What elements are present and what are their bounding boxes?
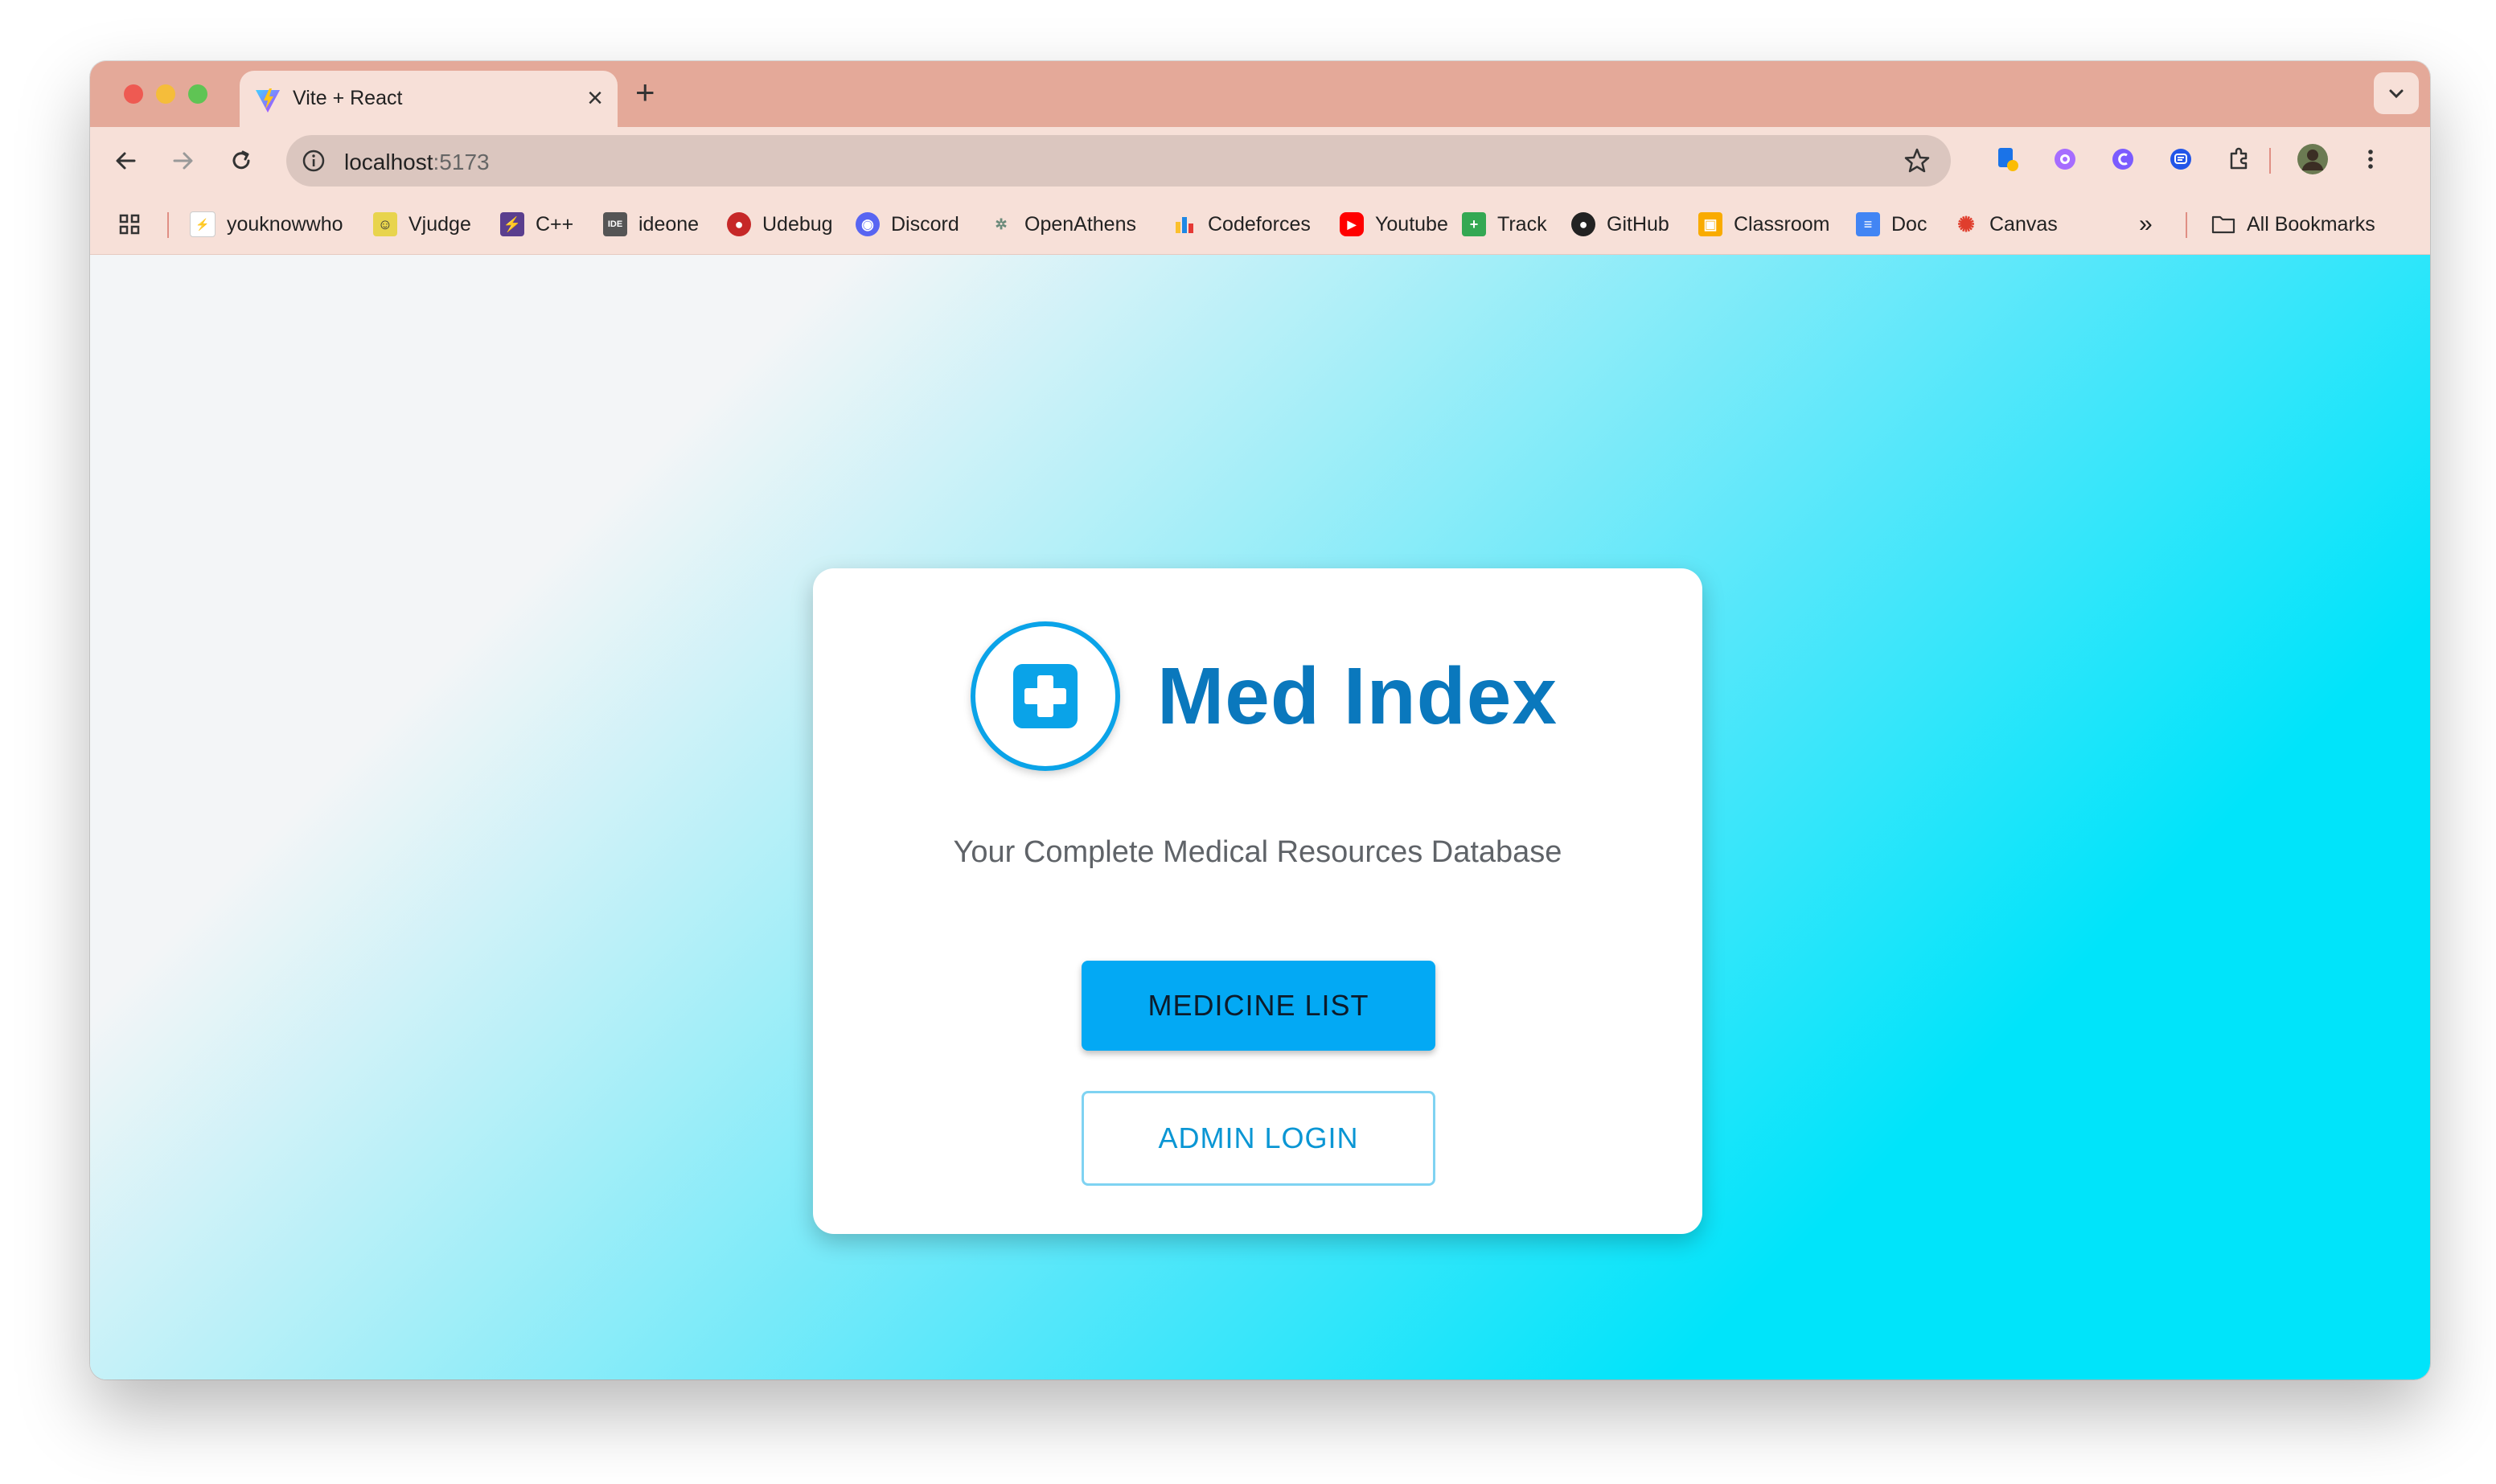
- bookmark-label: C++: [536, 212, 574, 236]
- bookmark-cpp[interactable]: ⚡ C++: [500, 211, 573, 238]
- bookmark-label: Discord: [891, 212, 959, 236]
- bookmark-label: Classroom: [1734, 212, 1830, 236]
- discord-icon: ◉: [856, 212, 880, 236]
- bookmark-classroom[interactable]: ▣ Classroom: [1698, 211, 1829, 238]
- bookmark-label: Codeforces: [1208, 212, 1311, 236]
- bookmark-label: OpenAthens: [1024, 212, 1136, 236]
- openathens-icon: ✲: [995, 215, 1008, 232]
- youtube-icon: ▶: [1340, 212, 1364, 236]
- bookmarks-separator: [2186, 212, 2187, 238]
- bookmark-label: Canvas: [1989, 212, 2058, 236]
- close-tab-icon[interactable]: ×: [587, 82, 603, 114]
- tab-search-button[interactable]: [2374, 72, 2419, 114]
- bookmarks-bar: ⚡ youknowwho ☺ Vjudge ⚡ C++ IDE ideone ●…: [90, 195, 2430, 255]
- bookmark-label: Track: [1497, 212, 1547, 236]
- site-info-icon[interactable]: [299, 146, 328, 175]
- doc-icon: ≡: [1856, 212, 1880, 236]
- overflow-chevron-icon: »: [2139, 211, 2153, 237]
- address-bar[interactable]: localhost:5173: [286, 135, 1951, 187]
- bookmark-discord[interactable]: ◉ Discord: [856, 211, 959, 238]
- app-title: Med Index: [1157, 651, 1558, 741]
- bookmark-star-icon[interactable]: [1903, 146, 1932, 175]
- canvas-icon: ✺: [1957, 211, 1975, 236]
- github-icon: ●: [1571, 212, 1595, 236]
- track-icon: +: [1462, 212, 1486, 236]
- new-tab-icon[interactable]: +: [635, 72, 655, 113]
- bookmark-github[interactable]: ● GitHub: [1571, 211, 1669, 238]
- bookmark-label: Vjudge: [408, 212, 471, 236]
- browser-menu-icon[interactable]: [2354, 143, 2387, 175]
- bookmark-label: ideone: [638, 212, 700, 236]
- chevron-down-icon: [2389, 89, 2404, 99]
- extensions-puzzle-icon[interactable]: [2223, 143, 2255, 175]
- bookmark-openathens[interactable]: ✲ OpenAthens: [989, 211, 1136, 238]
- admin-login-button[interactable]: ADMIN LOGIN: [1082, 1091, 1435, 1186]
- cpp-icon: ⚡: [500, 212, 524, 236]
- profile-avatar[interactable]: [2297, 143, 2329, 175]
- extension-3-icon[interactable]: [2107, 143, 2139, 175]
- ideone-icon: IDE: [603, 212, 627, 236]
- reload-icon: [232, 150, 250, 170]
- browser-toolbar: localhost:5173: [90, 127, 2430, 195]
- tab-title: Vite + React: [293, 87, 403, 109]
- bookmark-label: Udebug: [762, 212, 833, 236]
- bookmark-vjudge[interactable]: ☺ Vjudge: [373, 211, 471, 238]
- vite-icon: [256, 88, 280, 113]
- app-logo: [971, 621, 1120, 771]
- bookmark-label: GitHub: [1607, 212, 1669, 236]
- landing-card: Med Index Your Complete Medical Resource…: [813, 568, 1702, 1234]
- bookmarks-separator: [167, 212, 169, 238]
- bookmark-doc[interactable]: ≡ Doc: [1856, 211, 1927, 238]
- browser-window: Vite + React × + localhost:5173 ⚡ youkno…: [90, 61, 2430, 1379]
- extension-4-icon[interactable]: [2165, 143, 2197, 175]
- bookmark-ideone[interactable]: IDE ideone: [603, 211, 699, 238]
- bookmark-codeforces[interactable]: Codeforces: [1172, 211, 1311, 238]
- medical-cross-icon: [1013, 664, 1078, 728]
- bookmark-track[interactable]: + Track: [1462, 211, 1547, 238]
- bookmark-youtube[interactable]: ▶ Youtube: [1340, 211, 1448, 238]
- extension-2-icon[interactable]: [2049, 143, 2081, 175]
- reload-button[interactable]: [222, 141, 261, 180]
- all-bookmarks-button[interactable]: All Bookmarks: [2211, 211, 2375, 238]
- tab-strip: Vite + React × +: [90, 61, 2430, 127]
- app-subtitle: Your Complete Medical Resources Database: [953, 835, 1562, 869]
- codeforces-icon: [1172, 212, 1197, 236]
- tab-active[interactable]: Vite + React ×: [240, 71, 618, 127]
- back-arrow-icon: [116, 152, 136, 170]
- close-window-button[interactable]: [124, 84, 143, 104]
- bookmark-label: Youtube: [1375, 212, 1448, 236]
- folder-icon: [2211, 212, 2235, 236]
- bookmarks-overflow-button[interactable]: »: [2139, 211, 2153, 238]
- url-text: localhost:5173: [344, 150, 490, 174]
- back-button[interactable]: [106, 141, 145, 180]
- forward-arrow-icon: [173, 152, 193, 170]
- minimize-window-button[interactable]: [156, 84, 175, 104]
- page-background: Med Index Your Complete Medical Resource…: [90, 255, 2430, 1379]
- all-bookmarks-label: All Bookmarks: [2247, 212, 2375, 236]
- vjudge-icon: ☺: [373, 212, 397, 236]
- bookmark-canvas[interactable]: ✺ Canvas: [1954, 211, 2058, 238]
- bookmark-youknowwho[interactable]: ⚡ youknowwho: [190, 211, 343, 238]
- bookmark-label: Doc: [1891, 212, 1927, 236]
- maximize-window-button[interactable]: [188, 84, 207, 104]
- medicine-list-button[interactable]: MEDICINE LIST: [1082, 961, 1435, 1051]
- extension-1-icon[interactable]: [1991, 143, 2023, 175]
- bookmark-label: youknowwho: [227, 212, 343, 236]
- bookmark-udebug[interactable]: ● Udebug: [727, 211, 833, 238]
- apps-grid-icon[interactable]: [117, 211, 142, 238]
- classroom-icon: ▣: [1698, 212, 1722, 236]
- udebug-icon: ●: [727, 212, 751, 236]
- youknowwho-icon: ⚡: [190, 211, 216, 237]
- forward-button[interactable]: [164, 141, 203, 180]
- toolbar-separator: [2269, 148, 2271, 174]
